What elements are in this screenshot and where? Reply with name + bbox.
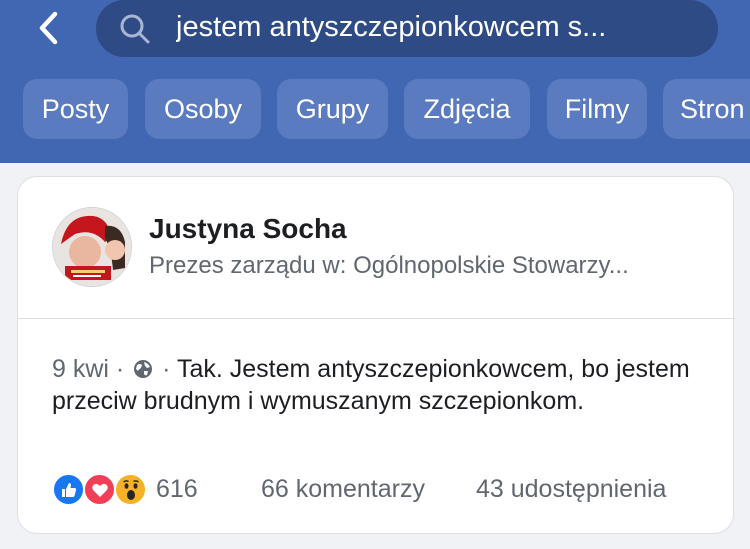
meta-separator: · bbox=[115, 355, 125, 383]
tab-pages[interactable]: Stron bbox=[663, 79, 750, 139]
post-author-subtitle: Prezes zarządu w: Ogólnopolskie Stowarzy… bbox=[149, 252, 629, 279]
tab-posts[interactable]: Posty bbox=[23, 79, 128, 139]
search-query: jestem antyszczepionkowcem s... bbox=[176, 11, 607, 43]
reactions[interactable] bbox=[52, 473, 152, 507]
post-card: Justyna Socha Prezes zarządu w: Ogólnopo… bbox=[17, 176, 735, 534]
post-content: 9 kwi · · Tak. Jestem antyszczepionkowce… bbox=[52, 353, 692, 417]
chevron-left-icon bbox=[39, 11, 58, 45]
tab-groups[interactable]: Grupy bbox=[277, 79, 388, 139]
tab-photos[interactable]: Zdjęcia bbox=[404, 79, 530, 139]
search-header: jestem antyszczepionkowcem s... Posty Os… bbox=[0, 0, 750, 163]
globe-icon bbox=[134, 360, 153, 378]
post-footer: 616 66 komentarzy 43 udostępnienia bbox=[52, 471, 712, 507]
tab-people[interactable]: Osoby bbox=[145, 79, 261, 139]
avatar[interactable] bbox=[52, 207, 132, 287]
search-icon bbox=[120, 14, 150, 44]
search-input[interactable]: jestem antyszczepionkowcem s... bbox=[96, 0, 718, 57]
like-icon bbox=[52, 473, 85, 506]
meta-separator: · bbox=[162, 355, 171, 383]
tab-videos[interactable]: Filmy bbox=[547, 79, 647, 139]
shares-count[interactable]: 43 udostępnienia bbox=[476, 473, 666, 505]
love-icon bbox=[83, 473, 116, 506]
filter-tabs: Posty Osoby Grupy Zdjęcia Filmy Stron bbox=[0, 79, 750, 139]
back-button[interactable] bbox=[30, 6, 66, 50]
divider bbox=[18, 318, 735, 319]
wow-icon bbox=[114, 473, 147, 506]
post-date[interactable]: 9 kwi bbox=[52, 355, 109, 383]
reaction-count[interactable]: 616 bbox=[156, 473, 198, 505]
post-author-name[interactable]: Justyna Socha bbox=[149, 212, 347, 246]
comments-count[interactable]: 66 komentarzy bbox=[261, 473, 425, 505]
